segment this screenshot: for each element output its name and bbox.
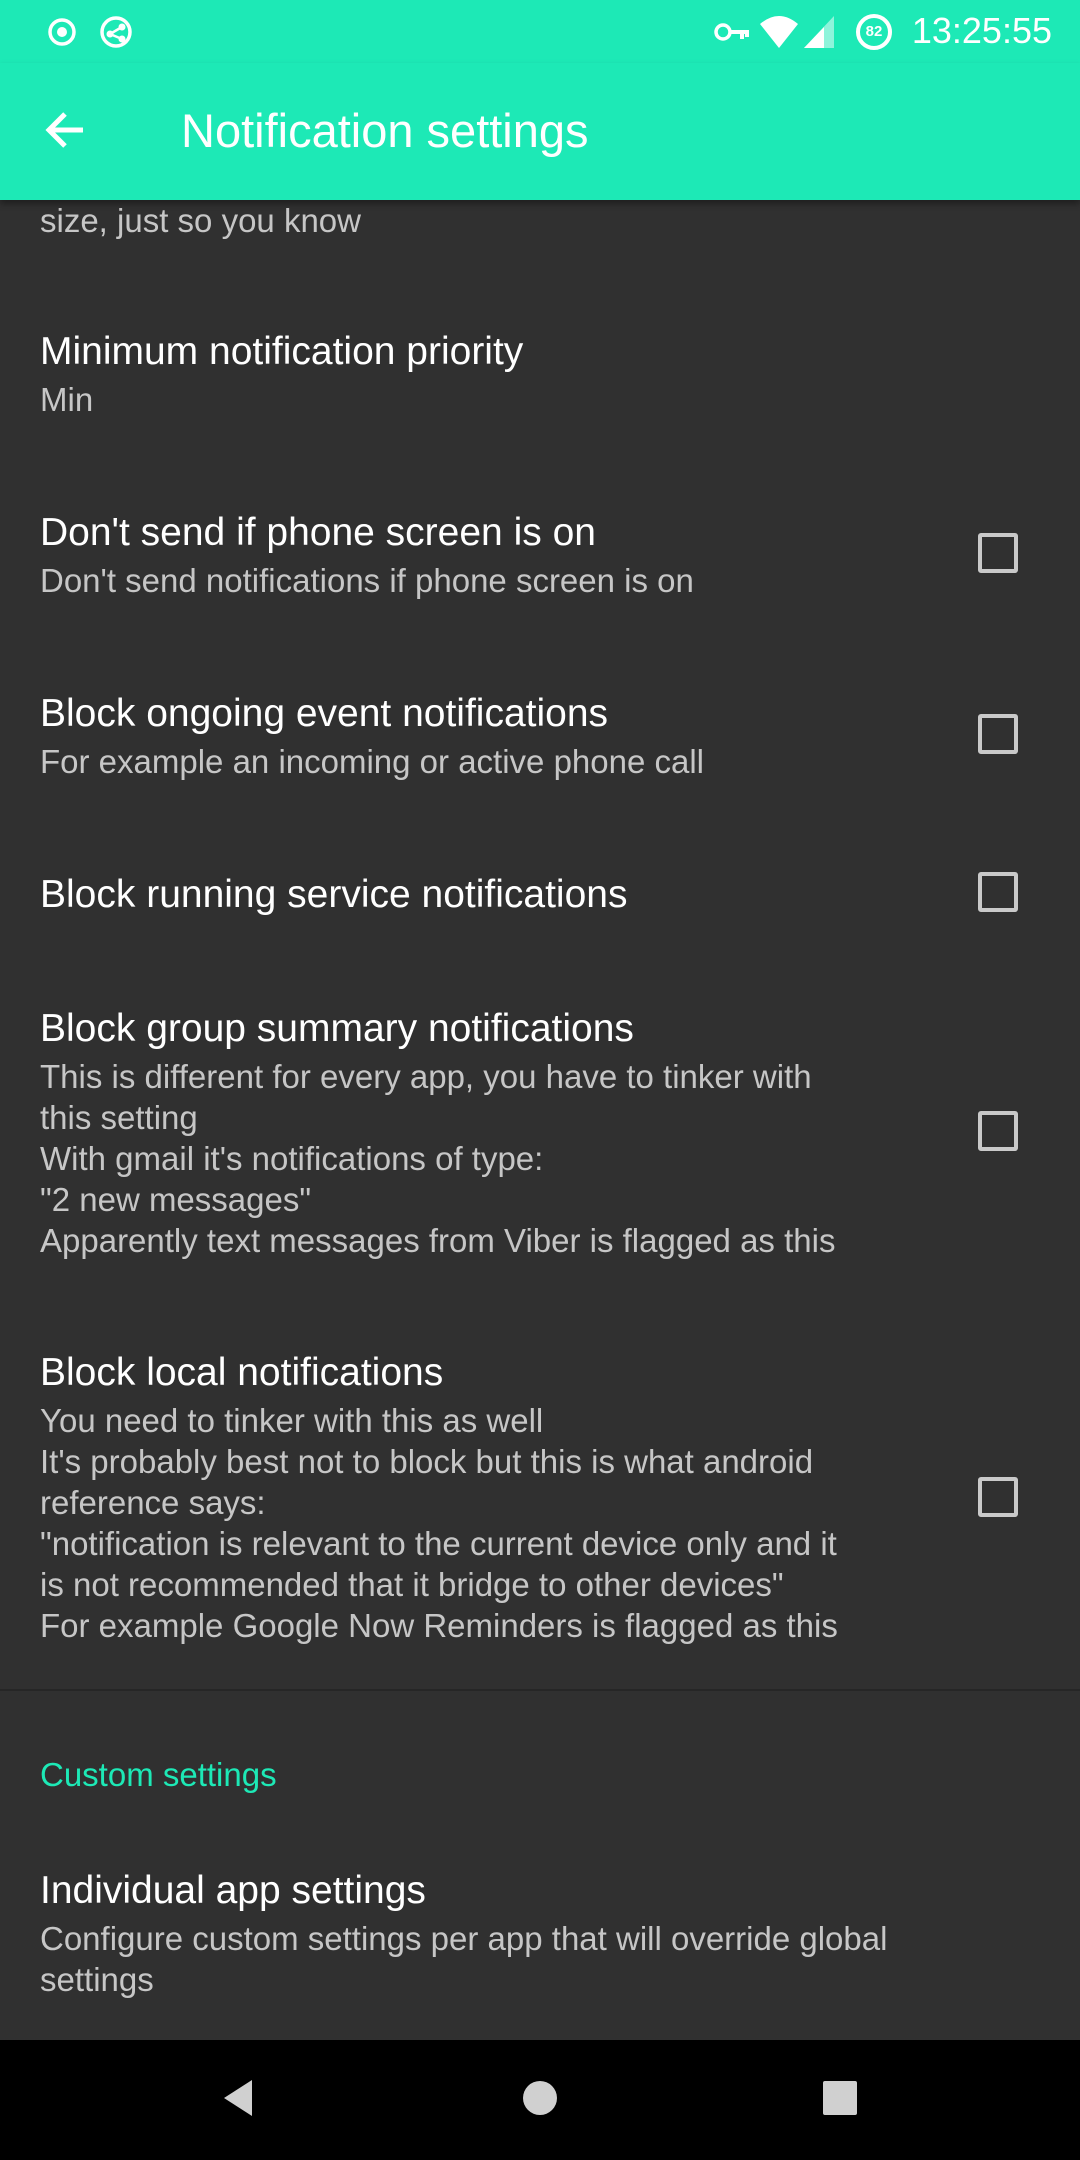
pref-summary: Don't send notifications if phone screen…: [40, 562, 694, 599]
category-custom-settings: Custom settings: [40, 1756, 277, 1793]
pref-title: Individual app settings: [40, 1869, 426, 1912]
pref-title: Block running service notifications: [40, 873, 628, 916]
settings-list[interactable]: size, just so you know Minimum notificat…: [0, 200, 1080, 2040]
checkbox-block-local[interactable]: [978, 1477, 1018, 1517]
pref-minimum-priority[interactable]: Minimum notification priority Min: [40, 328, 920, 420]
pref-summary: This is different for every app, you hav…: [40, 1058, 836, 1259]
pref-summary: You need to tinker with this as well It'…: [40, 1402, 838, 1644]
status-bar: 82 13:25:55: [0, 0, 1080, 63]
cut-off-summary: size, just so you know: [40, 202, 361, 239]
nav-back-button[interactable]: [198, 2060, 278, 2140]
home-circle-icon: [520, 2078, 560, 2123]
section-divider: [0, 1689, 1080, 1691]
record-icon: [42, 12, 82, 52]
battery-icon: 82: [852, 10, 896, 54]
arrow-back-icon: [43, 108, 87, 157]
checkbox-screen-on[interactable]: [978, 533, 1018, 573]
battery-level: 82: [865, 23, 883, 40]
nav-recents-button[interactable]: [800, 2060, 880, 2140]
wifi-icon: [758, 12, 798, 52]
pref-summary: For example an incoming or active phone …: [40, 743, 705, 780]
pref-title: Block group summary notifications: [40, 1007, 634, 1050]
pref-summary: Configure custom settings per app that w…: [40, 1920, 888, 1998]
pref-title: Block local notifications: [40, 1351, 444, 1394]
pref-block-running-service[interactable]: Block running service notifications: [40, 871, 920, 919]
navigation-bar: [0, 2040, 1080, 2160]
checkbox-block-group-summary[interactable]: [978, 1111, 1018, 1151]
back-triangle-icon: [216, 2076, 260, 2125]
pref-title: Minimum notification priority: [40, 330, 524, 373]
checkbox-block-running-service[interactable]: [978, 872, 1018, 912]
pref-individual-app-settings[interactable]: Individual app settings Configure custom…: [40, 1867, 1020, 2000]
back-button[interactable]: [30, 97, 100, 167]
clock: 13:25:55: [911, 10, 1052, 51]
pref-title: Don't send if phone screen is on: [40, 511, 596, 554]
pref-block-ongoing[interactable]: Block ongoing event notifications For ex…: [40, 690, 920, 782]
page-title: Notification settings: [181, 104, 589, 157]
cell-signal-icon: [802, 12, 842, 52]
pref-screen-on[interactable]: Don't send if phone screen is on Don't s…: [40, 509, 920, 601]
recents-square-icon: [820, 2078, 860, 2123]
nav-home-button[interactable]: [500, 2060, 580, 2140]
pref-block-group-summary[interactable]: Block group summary notifications This i…: [40, 1005, 920, 1261]
pref-block-local[interactable]: Block local notifications You need to ti…: [40, 1349, 920, 1646]
pref-summary: Min: [40, 381, 94, 418]
app-bar: Notification settings: [0, 63, 1080, 200]
checkbox-block-ongoing[interactable]: [978, 714, 1018, 754]
pref-title: Block ongoing event notifications: [40, 692, 609, 735]
share-network-icon: [96, 12, 136, 52]
vpn-key-icon: [712, 12, 752, 52]
